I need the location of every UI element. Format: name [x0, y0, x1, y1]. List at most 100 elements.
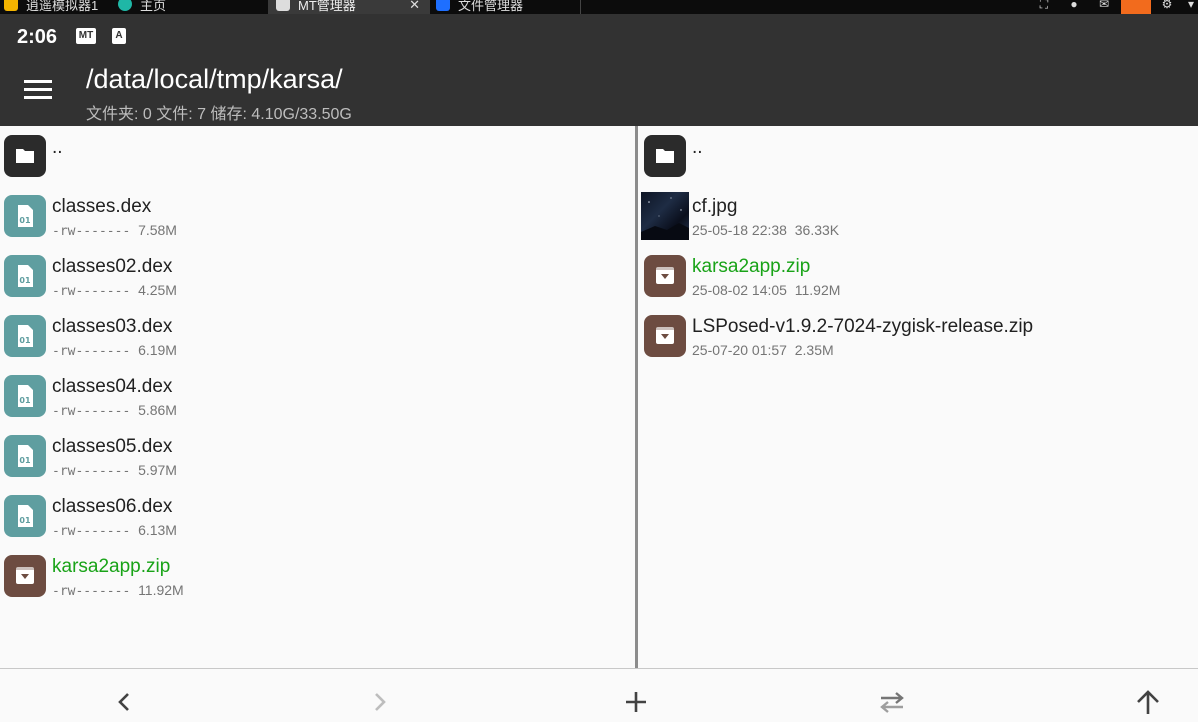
dex-file-icon: 01: [4, 495, 46, 537]
svg-text:01: 01: [19, 336, 31, 345]
file-meta: -rw------- 6.13M: [52, 522, 177, 539]
file-name: classes06.dex: [52, 496, 173, 517]
file-size: 6.13M: [138, 522, 177, 538]
status-clock: 2:06: [17, 26, 58, 48]
file-permissions: -rw-------: [52, 464, 131, 479]
app-toolbar: 2:06 MT A /data/local/tmp/karsa/ 文件夹: 0 …: [0, 14, 1198, 126]
dex-file-icon: 01: [4, 315, 46, 357]
file-permissions: -rw-------: [52, 584, 131, 599]
file-size: 4.25M: [138, 282, 177, 298]
file-meta: -rw------- 11.92M: [52, 582, 184, 599]
file-permissions: -rw-------: [52, 224, 131, 239]
tab-home[interactable]: 主页: [118, 0, 258, 14]
file-meta: -rw------- 5.97M: [52, 462, 177, 479]
plus-icon: [626, 692, 646, 712]
file-name: karsa2app.zip: [52, 556, 171, 577]
storage-summary: 文件夹: 0 文件: 7 储存: 4.10G/33.50G: [86, 106, 352, 123]
file-meta: 25-05-18 22:38 36.33K: [692, 222, 839, 238]
chevron-right-icon: [375, 693, 386, 711]
file-meta: 25-08-02 14:05 11.92M: [692, 282, 840, 298]
file-size: 11.92M: [138, 582, 184, 598]
screenshot-icon[interactable]: ⛶: [1037, 0, 1051, 13]
settings-icon[interactable]: ⚙: [1160, 0, 1174, 13]
tab-separator: [580, 0, 581, 14]
add-button[interactable]: [621, 687, 651, 717]
file-meta: 25-07-20 01:57 2.35M: [692, 342, 834, 358]
file-name: classes03.dex: [52, 316, 173, 337]
back-button[interactable]: [109, 687, 139, 717]
file-name: classes.dex: [52, 196, 152, 217]
archive-icon: [4, 555, 46, 597]
close-tab-icon[interactable]: ✕: [409, 0, 420, 13]
archive-icon: [644, 315, 686, 357]
a-notification-icon: A: [112, 28, 126, 44]
tab-label: 文件管理器: [458, 0, 524, 13]
folder-icon: [4, 135, 46, 177]
parent-folder-row[interactable]: ..: [0, 126, 635, 186]
tab-label: MT管理器: [298, 0, 356, 13]
file-row[interactable]: karsa2app.zip 25-08-02 14:05 11.92M: [638, 246, 1198, 306]
file-name: classes05.dex: [52, 436, 173, 457]
file-permissions: -rw-------: [52, 284, 131, 299]
file-date: 25-08-02 14:05: [692, 282, 787, 298]
arrow-up-icon: [1137, 690, 1159, 714]
file-row[interactable]: karsa2app.zip -rw------- 11.92M: [0, 546, 635, 606]
swap-panes-button[interactable]: [877, 687, 907, 717]
parent-folder-row[interactable]: ..: [638, 126, 1198, 186]
file-meta: -rw------- 5.86M: [52, 402, 177, 419]
parent-folder-label: ..: [52, 137, 63, 158]
archive-icon: [644, 255, 686, 297]
file-manager-app-icon: [436, 0, 450, 11]
file-size: 7.58M: [138, 222, 177, 238]
image-thumbnail: [641, 192, 689, 240]
mt-notification-icon: MT: [76, 28, 96, 44]
folder-icon: [644, 135, 686, 177]
file-date: 25-07-20 01:57: [692, 342, 787, 358]
forward-button[interactable]: [365, 687, 395, 717]
mt-manager-app-icon: [276, 0, 290, 11]
dex-file-icon: 01: [4, 435, 46, 477]
dex-file-icon: 01: [4, 255, 46, 297]
file-meta: -rw------- 7.58M: [52, 222, 177, 239]
file-row[interactable]: 01 classes.dex -rw------- 7.58M: [0, 186, 635, 246]
tab-label: 逍遥模拟器1: [26, 0, 99, 13]
file-row[interactable]: cf.jpg 25-05-18 22:38 36.33K: [638, 186, 1198, 246]
tab-emulator-home[interactable]: 逍遥模拟器1: [4, 0, 114, 14]
up-button[interactable]: [1133, 687, 1163, 717]
file-name: classes02.dex: [52, 256, 173, 277]
file-row[interactable]: LSPosed-v1.9.2-7024-zygisk-release.zip 2…: [638, 306, 1198, 366]
svg-text:01: 01: [19, 396, 31, 405]
mail-icon[interactable]: ✉: [1097, 0, 1111, 13]
file-row[interactable]: 01 classes04.dex -rw------- 5.86M: [0, 366, 635, 426]
current-path: /data/local/tmp/karsa/: [86, 64, 343, 94]
swap-arrows-icon: [880, 692, 904, 713]
file-permissions: -rw-------: [52, 344, 131, 359]
svg-text:01: 01: [19, 276, 31, 285]
file-row[interactable]: 01 classes06.dex -rw------- 6.13M: [0, 486, 635, 546]
file-row[interactable]: 01 classes02.dex -rw------- 4.25M: [0, 246, 635, 306]
file-row[interactable]: 01 classes05.dex -rw------- 5.97M: [0, 426, 635, 486]
bottom-action-bar: [0, 668, 1198, 720]
file-name: karsa2app.zip: [692, 256, 811, 277]
more-icon[interactable]: ▾: [1184, 0, 1198, 13]
tab-file-manager[interactable]: 文件管理器: [436, 0, 576, 14]
file-name: classes04.dex: [52, 376, 173, 397]
file-meta: -rw------- 6.19M: [52, 342, 177, 359]
file-name: LSPosed-v1.9.2-7024-zygisk-release.zip: [692, 316, 1034, 337]
parent-folder-label: ..: [692, 137, 703, 158]
dex-file-icon: 01: [4, 375, 46, 417]
svg-text:01: 01: [19, 516, 31, 525]
file-date: 25-05-18 22:38: [692, 222, 787, 238]
svg-text:01: 01: [19, 216, 31, 225]
left-file-pane: .. 01 classes.dex -rw------- 7.58M 01 cl…: [0, 126, 635, 668]
menu-icon[interactable]: [24, 80, 52, 100]
tab-label: 主页: [140, 0, 167, 13]
file-size: 11.92M: [794, 282, 841, 298]
notification-badge-icon[interactable]: [1121, 0, 1151, 14]
file-size: 6.19M: [138, 342, 177, 358]
file-row[interactable]: 01 classes03.dex -rw------- 6.19M: [0, 306, 635, 366]
file-permissions: -rw-------: [52, 404, 131, 419]
tab-mt-manager[interactable]: MT管理器 ✕: [268, 0, 430, 14]
file-size: 5.86M: [138, 402, 177, 418]
user-account-icon[interactable]: ●: [1067, 0, 1081, 13]
